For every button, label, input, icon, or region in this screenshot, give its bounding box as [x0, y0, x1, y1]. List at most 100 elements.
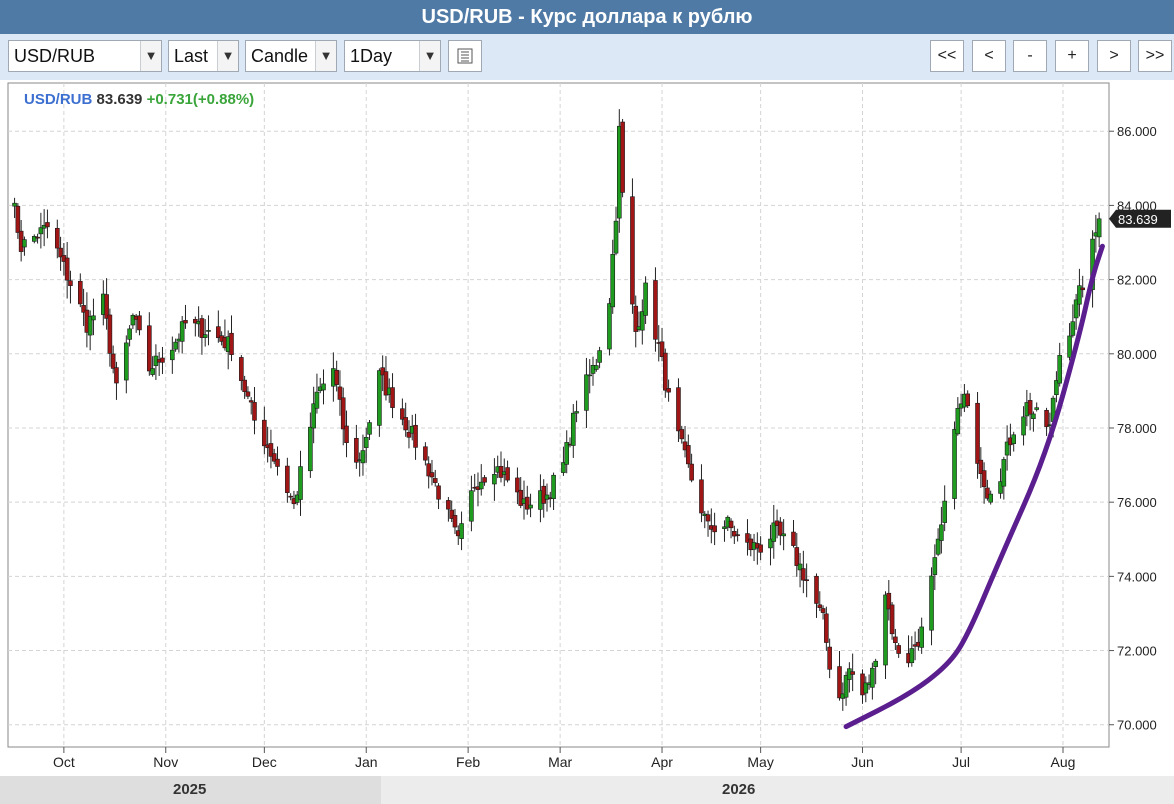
candle-body-up	[202, 334, 208, 338]
interval-select-value: 1Day	[350, 46, 393, 66]
candle-body-down	[403, 417, 408, 431]
candle-body-down	[354, 438, 359, 463]
chevron-down-icon: ▼	[315, 41, 336, 71]
candle-body-up	[1021, 416, 1026, 436]
candle-body-down	[239, 357, 244, 381]
candle-body-up	[564, 442, 570, 465]
candle-body-down	[436, 485, 441, 500]
candle-body-up	[206, 330, 211, 332]
candle-body-down	[1080, 287, 1086, 291]
candle-body-down	[413, 424, 418, 448]
candle	[889, 602, 895, 640]
candle-body-up	[587, 374, 593, 377]
candle-body-down	[666, 388, 671, 393]
x-tick-label: Apr	[651, 754, 673, 770]
candle-body-down	[229, 332, 234, 355]
candle-body-down	[975, 402, 980, 464]
chart-style-select-value: Candle	[251, 46, 309, 66]
zoom-in-button[interactable]: +	[1055, 40, 1089, 72]
candle-body-down	[242, 379, 247, 392]
candle-body-up	[367, 422, 372, 435]
candle-body-up	[597, 350, 602, 363]
candle-body-down	[285, 465, 290, 493]
candle-body-down	[64, 257, 70, 281]
candle-body-up	[492, 474, 497, 485]
candle-body-up	[607, 303, 612, 350]
candle-body-up	[781, 533, 786, 537]
x-tick-label: Oct	[53, 754, 75, 770]
candle-body-up	[150, 368, 155, 375]
candle-body-down	[262, 419, 267, 447]
candle-body-down	[429, 472, 435, 478]
plot-area	[7, 82, 1110, 748]
candle-body-down	[824, 613, 829, 643]
candle-body-up	[1031, 413, 1036, 420]
prev-button[interactable]: <	[972, 40, 1006, 72]
price-chart[interactable]: 70.000 72.000 74.000 76.000 78.000 80.000 82.0…	[0, 80, 1174, 776]
field-select-value: Last	[174, 46, 209, 66]
candle-body-up	[1034, 407, 1039, 410]
symbol-select[interactable]: USD/RUB ▼	[8, 40, 162, 72]
candle-body-down	[817, 604, 823, 608]
candle-body-down	[735, 534, 740, 536]
candle-body-down	[820, 608, 826, 613]
x-tick-label: Dec	[252, 754, 277, 770]
candle-body-down	[1027, 400, 1033, 415]
candle-body-up	[377, 370, 382, 426]
symbol-select-value: USD/RUB	[14, 46, 96, 66]
candle-body-up	[929, 575, 934, 631]
candle-body-up	[952, 429, 957, 499]
candle-body-down	[340, 397, 346, 430]
candle-body-down	[252, 402, 257, 421]
zoom-out-button[interactable]: -	[1013, 40, 1047, 72]
candle-body-down	[452, 515, 458, 528]
candle-body-up	[173, 341, 178, 350]
x-tick-label: Nov	[153, 754, 178, 770]
candle-body-up	[942, 500, 947, 523]
candle-body-down	[728, 520, 734, 529]
y-tick-label: 74.000	[1117, 569, 1157, 584]
candle-body-down	[54, 227, 60, 249]
candle-body-up	[469, 490, 474, 522]
candle-body-down	[791, 531, 796, 546]
candle-body-up	[1057, 355, 1063, 384]
candle-body-up	[988, 493, 993, 503]
next-button[interactable]: >	[1097, 40, 1131, 72]
first-button[interactable]: <<	[930, 40, 964, 72]
field-select[interactable]: Last ▼	[168, 40, 239, 72]
chart-style-select[interactable]: Candle ▼	[245, 40, 337, 72]
y-tick-label: 70.000	[1117, 718, 1157, 733]
y-tick-label: 82.000	[1117, 273, 1157, 288]
candle-body-up	[643, 282, 648, 316]
x-tick-label: Aug	[1051, 754, 1076, 770]
candle-body-down	[801, 568, 806, 581]
candle-body-down	[288, 495, 293, 498]
candle-body-down	[432, 478, 438, 483]
x-axis: Oct Nov Dec Jan Feb Mar Apr May Jun Jul Aug	[53, 747, 1075, 770]
candle-body-down	[482, 477, 487, 483]
candle-body-up	[1070, 321, 1076, 336]
chevron-down-icon: ▼	[217, 41, 238, 71]
candle-body-down	[107, 314, 113, 354]
last-button[interactable]: >>	[1138, 40, 1172, 72]
x-tick-label: Jun	[851, 754, 874, 770]
candle-body-up	[574, 411, 579, 414]
candle-body-down	[275, 458, 280, 467]
candle-body-down	[114, 367, 119, 384]
candle-body-down	[676, 387, 681, 432]
candle	[630, 178, 635, 314]
info-change: +0.731(+0.88%)	[146, 91, 255, 108]
candle-body-down	[78, 280, 83, 305]
candle-body-down	[663, 352, 668, 391]
candle-body-up	[360, 450, 366, 464]
indicators-button[interactable]	[448, 40, 482, 72]
candle-body-up	[179, 321, 185, 342]
candle-body-up	[873, 660, 878, 668]
candle-body-up	[478, 481, 484, 490]
candle-body-up	[321, 383, 326, 391]
candle-body-up	[170, 349, 175, 361]
candle-body-up	[570, 412, 576, 446]
candle-body-down	[712, 525, 717, 533]
interval-select[interactable]: 1Day ▼	[344, 40, 441, 72]
chevron-down-icon: ▼	[140, 41, 161, 71]
